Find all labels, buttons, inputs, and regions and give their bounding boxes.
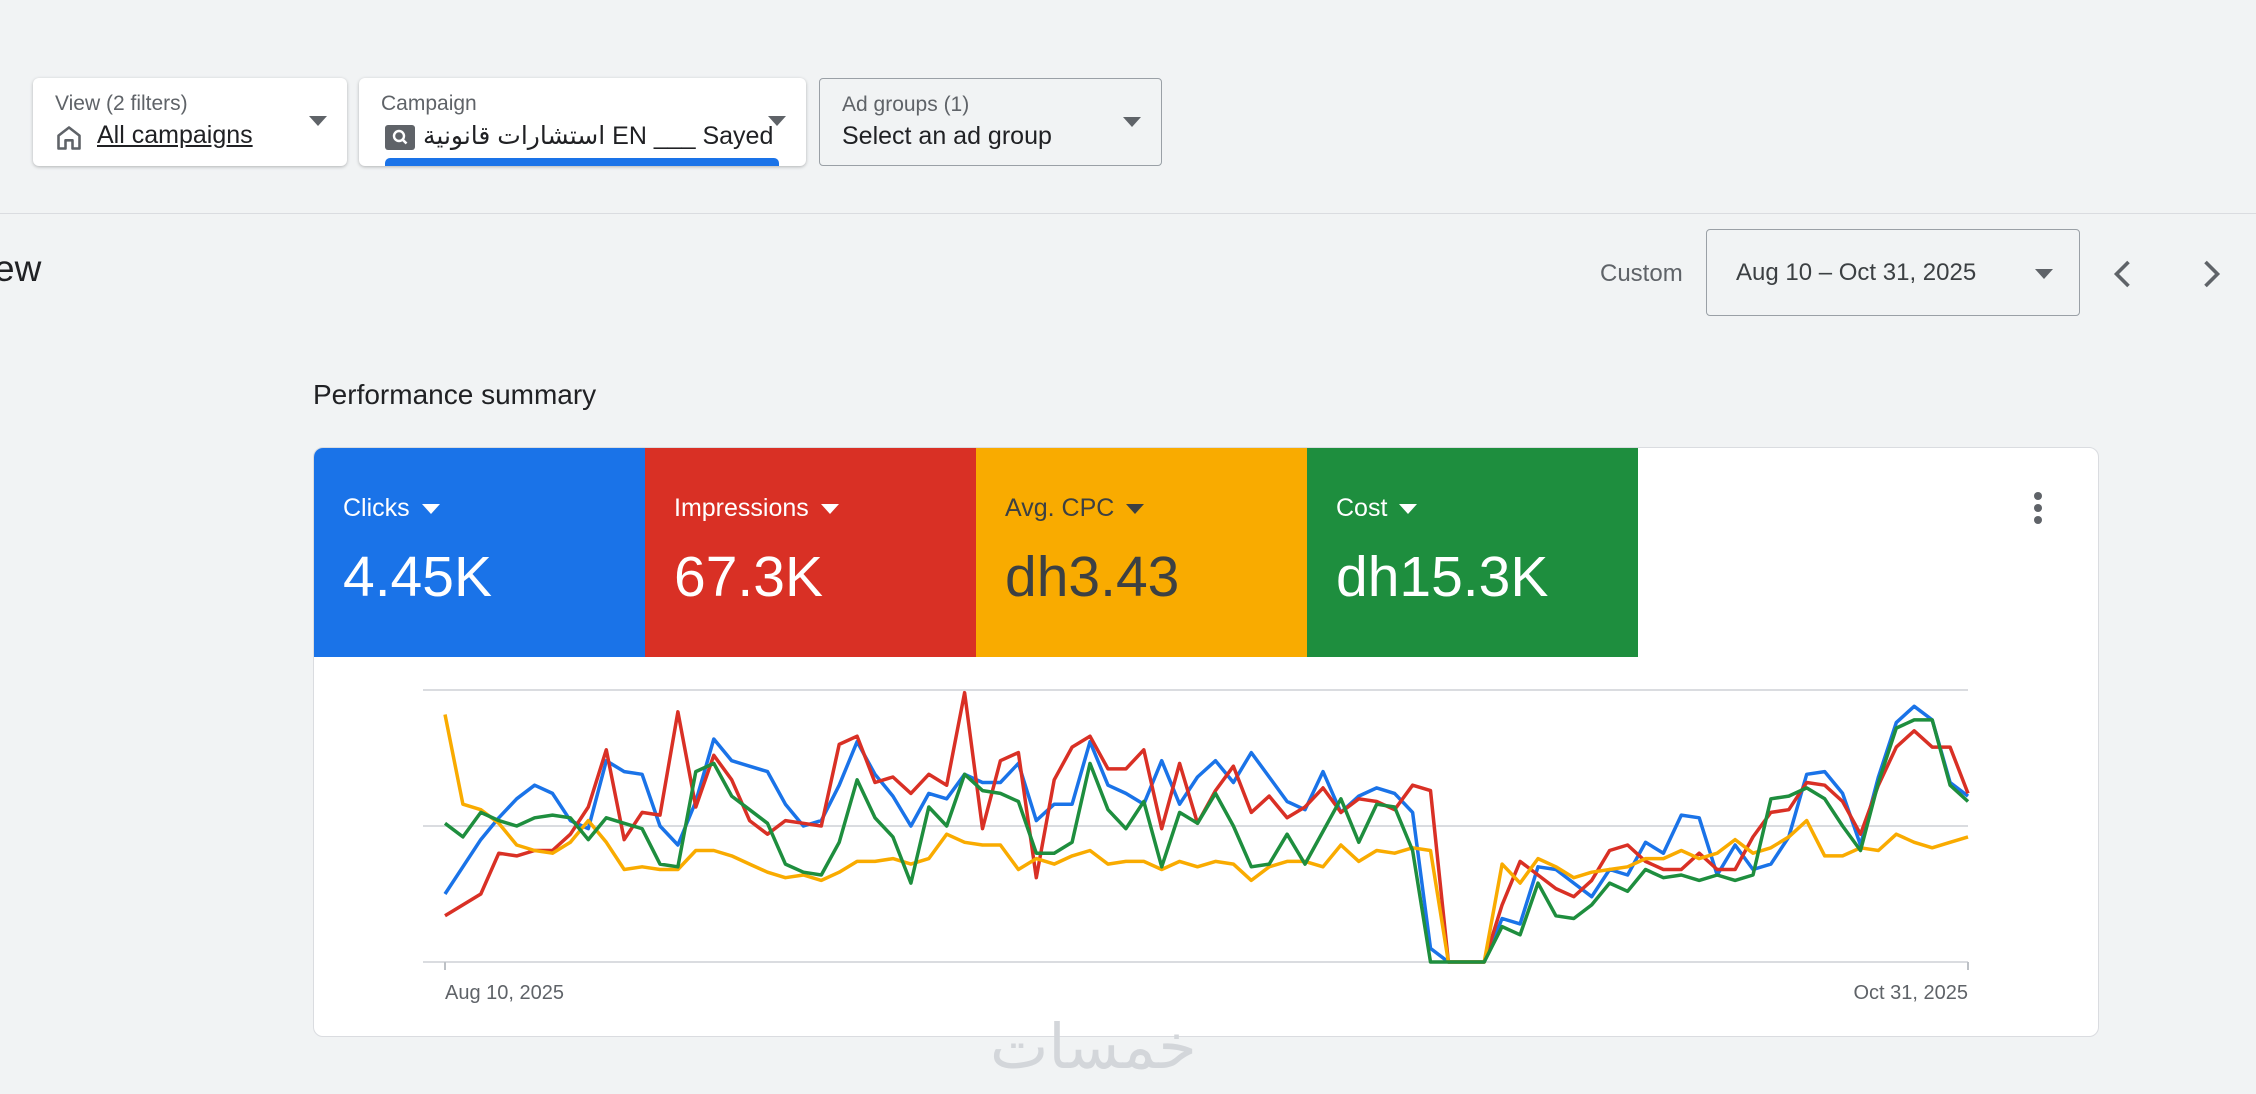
more-options-icon[interactable] [2032,492,2044,532]
metric-tile-cost[interactable]: Cost dh15.3K [1307,448,1638,657]
view-filter-label: View (2 filters) [55,92,188,115]
metric-tile-avg-cpc[interactable]: Avg. CPC dh3.43 [976,448,1307,657]
metric-value: dh3.43 [1005,545,1180,609]
selection-indicator [385,158,779,166]
metric-value: dh15.3K [1336,545,1549,609]
chevron-down-icon [1126,504,1145,515]
metric-label[interactable]: Impressions [674,494,839,523]
metric-tile-impressions[interactable]: Impressions 67.3K [645,448,976,657]
metric-value: 4.45K [343,545,492,609]
search-campaign-icon [385,125,415,150]
chevron-down-icon [768,116,786,126]
date-preset-label: Custom [1600,260,1683,287]
adgroup-filter-value: Select an ad group [842,122,1052,150]
x-tick-label-start: Aug 10, 2025 [445,982,564,1004]
date-range-picker[interactable]: Aug 10 – Oct 31, 2025 [1706,229,2080,316]
campaign-filter-value: استشارات قانونية EN ___ Sayed [423,122,774,150]
view-filter-dropdown[interactable]: View (2 filters) All campaigns [33,78,347,166]
date-range-value: Aug 10 – Oct 31, 2025 [1736,259,1977,286]
page-title: ew [0,248,42,289]
performance-summary-card: Clicks 4.45K Impressions 67.3K Avg. CPC … [313,447,2099,1037]
adgroup-filter-dropdown[interactable]: Ad groups (1) Select an ad group [819,78,1162,166]
campaign-filter-label: Campaign [381,92,477,115]
previous-period-icon[interactable] [2106,256,2142,292]
chevron-down-icon [820,504,839,515]
filter-bar: View (2 filters) All campaigns Campaign … [0,0,2256,214]
series-line-1 [444,690,1970,964]
chevron-down-icon [309,116,327,126]
metric-label[interactable]: Cost [1336,494,1418,523]
adgroup-filter-label: Ad groups (1) [842,93,970,116]
x-tick-label-end: Oct 31, 2025 [1853,982,1968,1004]
metric-tile-clicks[interactable]: Clicks 4.45K [314,448,645,657]
watermark-logo: خمسات [990,1010,1197,1083]
performance-line-chart: Aug 10, 2025 Oct 31, 2025 [423,689,1970,1004]
view-filter-value[interactable]: All campaigns [97,121,253,150]
chevron-down-icon [1123,117,1141,127]
metric-label[interactable]: Avg. CPC [1005,494,1145,523]
section-title: Performance summary [313,379,597,410]
next-period-icon[interactable] [2192,256,2228,292]
chevron-down-icon [421,504,440,515]
metric-value: 67.3K [674,545,823,609]
home-icon [57,126,81,150]
chevron-down-icon [2035,269,2053,279]
metric-label[interactable]: Clicks [343,494,440,523]
campaign-filter-dropdown[interactable]: Campaign استشارات قانونية EN ___ Sayed [359,78,806,166]
chevron-down-icon [1399,504,1418,515]
series-layer [443,690,1970,964]
